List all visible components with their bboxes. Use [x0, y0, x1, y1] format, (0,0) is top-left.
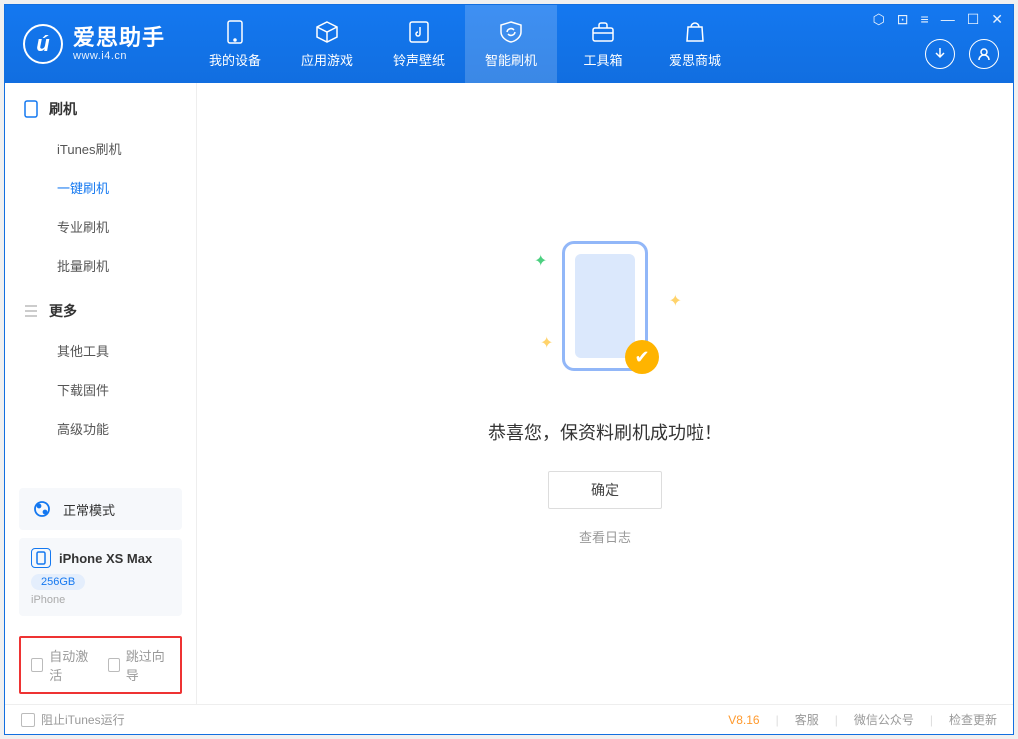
tab-smart-flash[interactable]: 智能刷机 [465, 5, 557, 83]
download-button[interactable] [925, 39, 955, 69]
close-button[interactable]: ✕ [991, 11, 1003, 28]
status-bar: 阻止iTunes运行 V8.16 | 客服 | 微信公众号 | 检查更新 [5, 704, 1013, 734]
brand-subtitle: www.i4.cn [73, 50, 165, 62]
music-file-icon [406, 20, 432, 44]
title-bar: ú 爱思助手 www.i4.cn 我的设备 应用游戏 铃声壁纸 智能刷机 [5, 5, 1013, 83]
sparkle-icon: ✦ [669, 291, 682, 311]
brand-title: 爱思助手 [73, 26, 165, 50]
checkbox-skip-guide[interactable]: 跳过向导 [108, 646, 171, 684]
menu-icon[interactable]: ≡ [921, 11, 929, 28]
tab-toolbox[interactable]: 工具箱 [557, 5, 649, 83]
sidebar-item-itunes-flash[interactable]: iTunes刷机 [5, 129, 196, 168]
body: 刷机 iTunes刷机 一键刷机 专业刷机 批量刷机 更多 其他工具 下载固件 … [5, 83, 1013, 704]
checkbox-block-itunes[interactable]: 阻止iTunes运行 [21, 711, 125, 728]
device-card[interactable]: iPhone XS Max 256GB iPhone [19, 538, 182, 616]
options-highlight-box: 自动激活 跳过向导 [19, 636, 182, 694]
sidebar-item-other-tools[interactable]: 其他工具 [5, 331, 196, 370]
tab-apps-games[interactable]: 应用游戏 [281, 5, 373, 83]
user-button[interactable] [969, 39, 999, 69]
sidebar-item-advanced[interactable]: 高级功能 [5, 409, 196, 448]
tab-store[interactable]: 爱思商城 [649, 5, 741, 83]
app-window: ú 爱思助手 www.i4.cn 我的设备 应用游戏 铃声壁纸 智能刷机 [4, 4, 1014, 735]
brand-logo-icon: ú [23, 24, 63, 64]
tab-my-device[interactable]: 我的设备 [189, 5, 281, 83]
success-message: 恭喜您，保资料刷机成功啦！ [488, 419, 722, 445]
device-type: iPhone [31, 594, 170, 606]
top-tabs: 我的设备 应用游戏 铃声壁纸 智能刷机 工具箱 爱思商城 [189, 5, 741, 83]
view-log-link[interactable]: 查看日志 [579, 527, 631, 546]
sidebar-item-download-firmware[interactable]: 下载固件 [5, 370, 196, 409]
sidebar-item-batch-flash[interactable]: 批量刷机 [5, 246, 196, 285]
header-right-controls [925, 39, 999, 69]
success-check-icon: ✔ [625, 340, 659, 374]
device-icon [222, 20, 248, 44]
minimize-button[interactable]: ― [941, 11, 955, 28]
list-icon [23, 304, 39, 318]
shopping-bag-icon [682, 20, 708, 44]
lock-icon[interactable]: ⊡ [897, 11, 909, 28]
version-label: V8.16 [728, 713, 759, 727]
brand: ú 爱思助手 www.i4.cn [5, 24, 165, 64]
mode-card[interactable]: 正常模式 [19, 488, 182, 530]
sparkle-icon: ✦ [534, 251, 547, 271]
sidebar-group-more: 更多 [5, 285, 196, 331]
sidebar-item-pro-flash[interactable]: 专业刷机 [5, 207, 196, 246]
checkbox-icon [31, 658, 43, 672]
toolbox-icon [590, 20, 616, 44]
footer-link-support[interactable]: 客服 [795, 711, 819, 728]
skin-icon[interactable]: ⬡ [873, 11, 885, 28]
checkbox-auto-activate[interactable]: 自动激活 [31, 646, 94, 684]
device-name: iPhone XS Max [59, 551, 152, 566]
mode-label: 正常模式 [63, 500, 115, 519]
phone-icon [23, 100, 39, 118]
confirm-button[interactable]: 确定 [548, 471, 662, 509]
window-controls: ⬡ ⊡ ≡ ― ☐ ✕ [873, 11, 1003, 28]
sidebar: 刷机 iTunes刷机 一键刷机 专业刷机 批量刷机 更多 其他工具 下载固件 … [5, 83, 197, 704]
checkbox-icon [21, 713, 35, 727]
refresh-shield-icon [498, 20, 524, 44]
device-icon-small [31, 548, 51, 568]
sparkle-icon: ✦ [540, 333, 553, 353]
device-capacity: 256GB [31, 574, 85, 590]
footer-link-wechat[interactable]: 微信公众号 [854, 711, 914, 728]
maximize-button[interactable]: ☐ [967, 11, 980, 28]
sidebar-group-flash: 刷机 [5, 83, 196, 129]
mode-icon [31, 498, 53, 520]
cube-icon [314, 20, 340, 44]
sidebar-item-oneclick-flash[interactable]: 一键刷机 [5, 168, 196, 207]
success-illustration: ✔ ✦ ✦ ✦ [562, 241, 648, 371]
tab-ringtone-wallpaper[interactable]: 铃声壁纸 [373, 5, 465, 83]
main-content: ✔ ✦ ✦ ✦ 恭喜您，保资料刷机成功啦！ 确定 查看日志 [197, 83, 1013, 704]
footer-link-update[interactable]: 检查更新 [949, 711, 997, 728]
checkbox-icon [108, 658, 120, 672]
phone-illustration-icon: ✔ [562, 241, 648, 371]
